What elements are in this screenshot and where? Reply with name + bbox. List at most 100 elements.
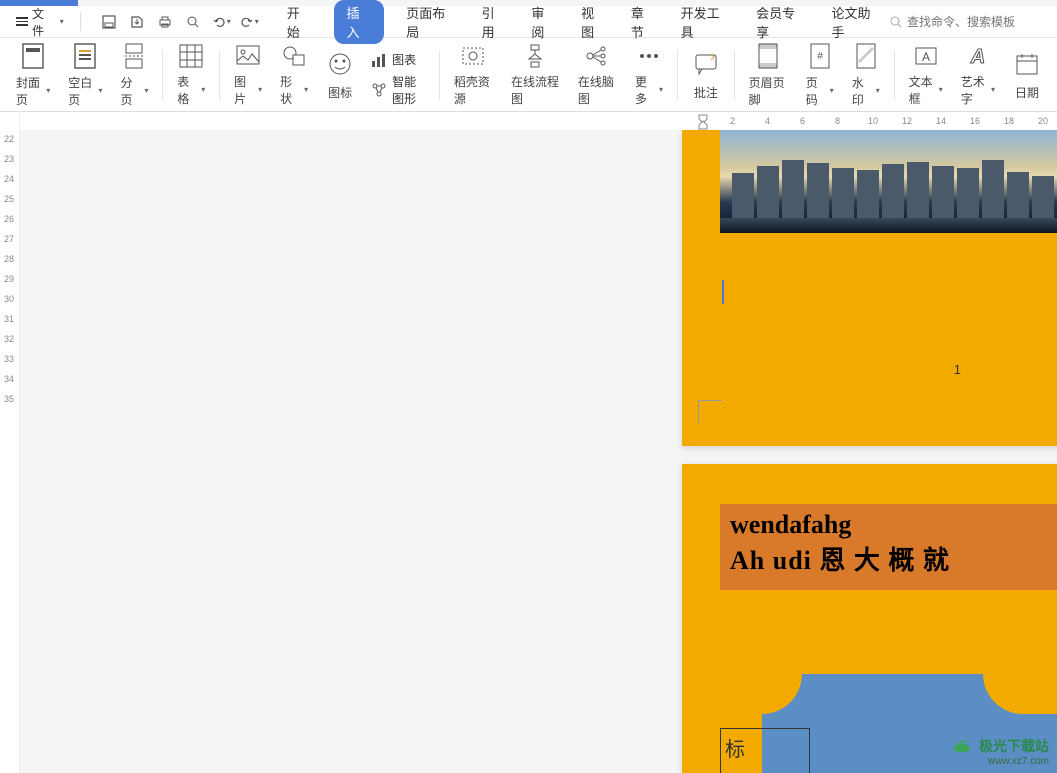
print-icon[interactable] <box>157 14 173 30</box>
icon-button[interactable]: 图标 <box>318 42 362 108</box>
ruler-tick: 8 <box>835 116 840 126</box>
text-cursor <box>722 280 724 304</box>
document-page-1[interactable]: 1 <box>682 130 1057 446</box>
blank-page-button[interactable]: 空白页▾ <box>60 42 110 108</box>
tab-sections[interactable]: 章节 <box>629 0 659 45</box>
margin-corner-marker <box>698 400 722 424</box>
tab-thesis[interactable]: 论文助手 <box>830 0 885 45</box>
tab-vip[interactable]: 会员专享 <box>754 0 809 45</box>
workspace: 22 23 24 25 26 27 28 29 30 31 32 33 34 3… <box>0 112 1057 773</box>
comment-icon <box>693 48 719 80</box>
ruler-tick: 20 <box>1038 116 1048 126</box>
text-box-button[interactable]: A 文本框▾ <box>901 42 951 108</box>
ruler-tick: 10 <box>868 116 878 126</box>
picture-button[interactable]: 图片▾ <box>226 42 270 108</box>
text-frame-content: 标 <box>725 739 745 761</box>
shape-button[interactable]: 形状▾ <box>272 42 316 108</box>
quick-access-toolbar: ▾ ▾ <box>101 14 257 30</box>
page-number-icon: # <box>807 42 833 70</box>
chart-smartart-group: 图表 智能图形 <box>364 42 433 108</box>
tab-insert[interactable]: 插入 <box>334 0 384 44</box>
hamburger-icon <box>16 17 28 26</box>
export-icon[interactable] <box>129 14 145 30</box>
word-art-button[interactable]: A 艺术字▾ <box>953 42 1003 108</box>
ruler-tick: 6 <box>800 116 805 126</box>
smartart-icon <box>370 81 388 99</box>
file-menu[interactable]: 文件 ▾ <box>10 3 70 41</box>
watermark-url: www.xz7.com <box>949 756 1049 767</box>
ruler-tick: 18 <box>1004 116 1014 126</box>
horizontal-ruler-container: 2 4 6 8 10 12 14 16 18 20 22 <box>20 112 1057 130</box>
ruler-tick: 14 <box>936 116 946 126</box>
date-icon <box>1014 48 1040 80</box>
table-button[interactable]: 表格▾ <box>169 42 213 108</box>
vertical-ruler[interactable]: 22 23 24 25 26 27 28 29 30 31 32 33 34 3… <box>0 112 20 773</box>
watermark-icon <box>853 42 879 70</box>
date-button[interactable]: 日期 <box>1005 42 1049 108</box>
watermark-button[interactable]: 水印▾ <box>844 42 888 108</box>
chart-icon <box>370 51 388 69</box>
horizontal-ruler[interactable]: 2 4 6 8 10 12 14 16 18 20 22 <box>690 112 1057 130</box>
mindmap-icon <box>584 43 610 69</box>
redo-icon[interactable]: ▾ <box>241 14 257 30</box>
shape-icon <box>281 43 307 69</box>
search-box[interactable] <box>889 15 1047 29</box>
cover-page-icon <box>20 42 46 70</box>
blank-page-icon <box>72 42 98 70</box>
smart-art-button[interactable]: 智能图形 <box>370 76 427 104</box>
tab-page-layout[interactable]: 页面布局 <box>404 0 459 45</box>
header-footer-icon <box>755 42 781 70</box>
site-watermark: 极光下载站 www.xz7.com <box>949 736 1049 767</box>
document-page-2[interactable]: wendafahg Ah udi 恩 大 概 就 标 <box>682 464 1057 773</box>
more-button[interactable]: 更多▾ <box>627 42 671 108</box>
ruler-tick: 2 <box>730 116 735 126</box>
tab-start[interactable]: 开始 <box>285 0 315 45</box>
tab-dev-tools[interactable]: 开发工具 <box>679 0 734 45</box>
svg-text:A: A <box>922 50 930 64</box>
document-canvas[interactable]: 1 wendafahg Ah udi 恩 大 概 就 标 <box>20 130 1057 773</box>
header-footer-button[interactable]: 页眉页脚 <box>741 42 796 108</box>
online-flow-button[interactable]: 在线流程图 <box>503 42 568 108</box>
svg-text:#: # <box>817 51 823 62</box>
ruler-tick: 16 <box>970 116 980 126</box>
page-number-field: 1 <box>954 362 961 377</box>
undo-icon[interactable]: ▾ <box>213 14 229 30</box>
page-break-icon <box>121 42 147 70</box>
wordart-icon: A <box>965 43 991 69</box>
save-icon[interactable] <box>101 14 117 30</box>
daoqiao-button[interactable]: 稻壳资源 <box>446 42 501 108</box>
file-menu-label: 文件 <box>32 5 56 39</box>
ruler-tick: 12 <box>902 116 912 126</box>
ruler-tick: 4 <box>765 116 770 126</box>
menu-bar: 文件 ▾ ▾ ▾ 开始 插入 页面布局 引用 审阅 视图 章节 开发工具 会员专… <box>0 6 1057 38</box>
city-skyline-image[interactable] <box>720 130 1057 233</box>
text-frame[interactable]: 标 <box>720 728 810 773</box>
page-break-button[interactable]: 分页▾ <box>112 42 156 108</box>
textbox-icon: A <box>913 43 939 69</box>
tab-view[interactable]: 视图 <box>579 0 609 45</box>
watermark-brand: 极光下载站 <box>979 736 1049 756</box>
preview-icon[interactable] <box>185 14 201 30</box>
title-band[interactable]: wendafahg Ah udi 恩 大 概 就 <box>720 504 1057 590</box>
search-icon <box>889 15 903 29</box>
icon-gallery-icon <box>327 48 353 80</box>
cover-page-button[interactable]: 封面页▾ <box>8 42 58 108</box>
resource-icon <box>460 43 486 69</box>
page-number-button[interactable]: # 页码▾ <box>798 42 842 108</box>
svg-text:A: A <box>970 46 985 68</box>
chevron-down-icon: ▾ <box>60 17 64 26</box>
title-line-2: Ah udi 恩 大 概 就 <box>730 540 1057 577</box>
tab-review[interactable]: 审阅 <box>529 0 559 45</box>
picture-icon <box>235 43 261 69</box>
chart-button[interactable]: 图表 <box>370 46 427 74</box>
ribbon-insert: 封面页▾ 空白页▾ 分页▾ 表格▾ 图片▾ 形状▾ 图标 图表 智能图形 稻壳资… <box>0 38 1057 112</box>
online-mind-button[interactable]: 在线脑图 <box>570 42 625 108</box>
tab-references[interactable]: 引用 <box>480 0 510 45</box>
table-icon <box>178 43 204 69</box>
search-input[interactable] <box>907 15 1047 29</box>
more-icon <box>636 43 662 69</box>
ribbon-tabs: 开始 插入 页面布局 引用 审阅 视图 章节 开发工具 会员专享 论文助手 <box>285 0 885 45</box>
flowchart-icon <box>522 43 548 69</box>
title-line-1: wendafahg <box>730 510 1057 540</box>
comment-button[interactable]: 批注 <box>684 42 728 108</box>
